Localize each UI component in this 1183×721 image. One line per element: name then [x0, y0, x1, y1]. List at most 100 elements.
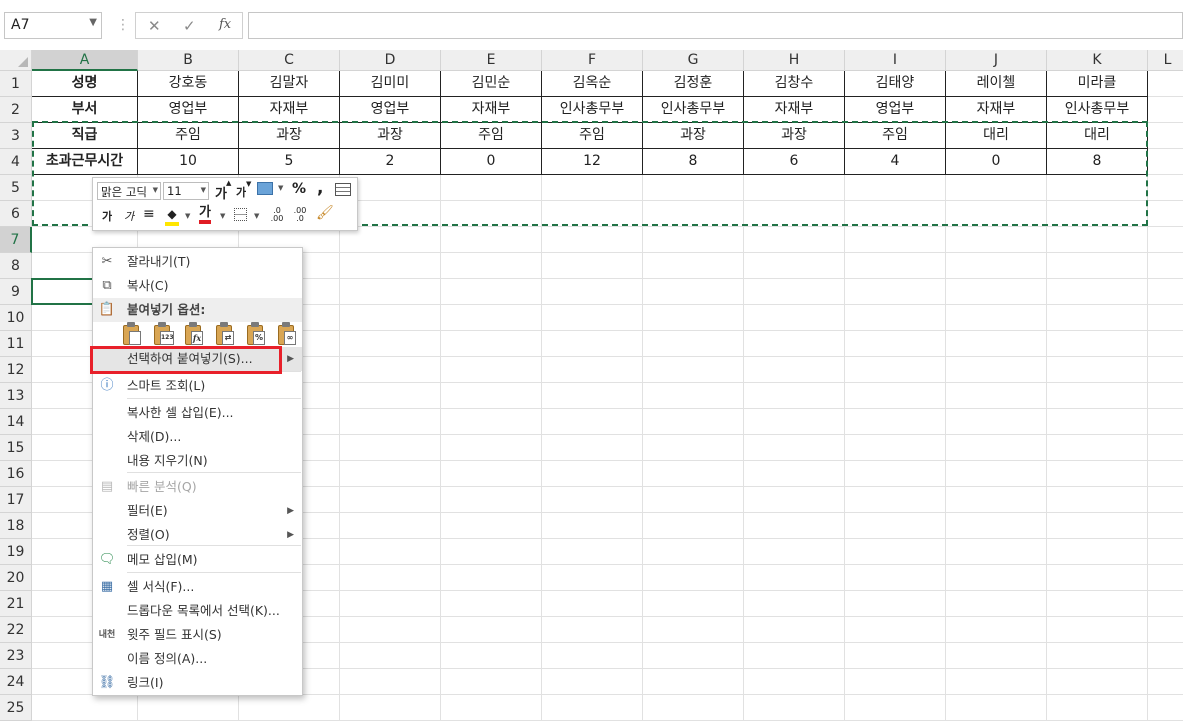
cell-f5[interactable] — [542, 175, 643, 201]
formula-input[interactable] — [248, 12, 1183, 39]
cell-k12[interactable] — [1047, 357, 1148, 383]
cell-a25[interactable] — [32, 695, 138, 721]
cell-e4[interactable]: 0 — [441, 149, 542, 175]
paste-transpose-icon[interactable]: ⇄ — [214, 321, 238, 347]
cell-k10[interactable] — [1047, 305, 1148, 331]
row-header-22[interactable]: 22 — [0, 617, 32, 643]
cell-h6[interactable] — [744, 201, 845, 227]
chevron-down-icon[interactable]: ▼ — [254, 212, 259, 220]
cell-h7[interactable] — [744, 227, 845, 253]
cell-g24[interactable] — [643, 669, 744, 695]
menu-item-15[interactable]: 이름 정의(A)... — [93, 647, 302, 671]
format-table-icon[interactable] — [335, 183, 351, 196]
menu-item-3[interactable]: 선택하여 붙여넣기(S)... ▶ — [93, 347, 302, 371]
chevron-down-icon[interactable]: ▼ — [220, 212, 225, 220]
cell-i20[interactable] — [845, 565, 946, 591]
cell-e11[interactable] — [441, 331, 542, 357]
cell-d21[interactable] — [340, 591, 441, 617]
menu-item-13[interactable]: 드롭다운 목록에서 선택(K)... — [93, 599, 302, 623]
italic-icon[interactable]: 가 — [124, 208, 134, 224]
cell-k24[interactable] — [1047, 669, 1148, 695]
cell-j1[interactable]: 레이첼 — [946, 71, 1047, 97]
cell-h17[interactable] — [744, 487, 845, 513]
cell-k14[interactable] — [1047, 409, 1148, 435]
cell-f4[interactable]: 12 — [542, 149, 643, 175]
cell-l20[interactable] — [1148, 565, 1183, 591]
cell-h4[interactable]: 6 — [744, 149, 845, 175]
cell-i10[interactable] — [845, 305, 946, 331]
cell-d18[interactable] — [340, 513, 441, 539]
column-header-g[interactable]: G — [643, 50, 744, 71]
paste-link-icon[interactable]: ∞ — [276, 321, 300, 347]
cell-h24[interactable] — [744, 669, 845, 695]
cell-i14[interactable] — [845, 409, 946, 435]
cell-d19[interactable] — [340, 539, 441, 565]
cell-f17[interactable] — [542, 487, 643, 513]
cell-g22[interactable] — [643, 617, 744, 643]
cell-k11[interactable] — [1047, 331, 1148, 357]
cell-j16[interactable] — [946, 461, 1047, 487]
cell-i22[interactable] — [845, 617, 946, 643]
paste-formulas-icon[interactable]: fx — [183, 321, 207, 347]
cell-e20[interactable] — [441, 565, 542, 591]
cell-i25[interactable] — [845, 695, 946, 721]
chevron-down-icon[interactable]: ▼ — [278, 184, 283, 192]
accounting-format-icon[interactable] — [257, 182, 273, 195]
cell-h3[interactable]: 과장 — [744, 123, 845, 149]
cell-j18[interactable] — [946, 513, 1047, 539]
cell-i6[interactable] — [845, 201, 946, 227]
cell-k13[interactable] — [1047, 383, 1148, 409]
paste-icon[interactable] — [121, 321, 145, 347]
row-header-3[interactable]: 3 — [0, 123, 32, 149]
cell-k25[interactable] — [1047, 695, 1148, 721]
cell-h18[interactable] — [744, 513, 845, 539]
cell-h11[interactable] — [744, 331, 845, 357]
cell-h20[interactable] — [744, 565, 845, 591]
cell-d15[interactable] — [340, 435, 441, 461]
cell-j17[interactable] — [946, 487, 1047, 513]
cell-g12[interactable] — [643, 357, 744, 383]
cell-f1[interactable]: 김옥순 — [542, 71, 643, 97]
cell-i21[interactable] — [845, 591, 946, 617]
cell-g18[interactable] — [643, 513, 744, 539]
cell-k2[interactable]: 인사총무부 — [1047, 97, 1148, 123]
column-header-e[interactable]: E — [441, 50, 542, 71]
row-header-14[interactable]: 14 — [0, 409, 32, 435]
cell-e2[interactable]: 자재부 — [441, 97, 542, 123]
cell-f21[interactable] — [542, 591, 643, 617]
row-header-16[interactable]: 16 — [0, 461, 32, 487]
row-header-11[interactable]: 11 — [0, 331, 32, 357]
cell-e21[interactable] — [441, 591, 542, 617]
cell-f14[interactable] — [542, 409, 643, 435]
cell-g6[interactable] — [643, 201, 744, 227]
cell-k1[interactable]: 미라클 — [1047, 71, 1148, 97]
cell-h25[interactable] — [744, 695, 845, 721]
cell-j12[interactable] — [946, 357, 1047, 383]
cell-l22[interactable] — [1148, 617, 1183, 643]
cell-d22[interactable] — [340, 617, 441, 643]
cell-a3[interactable]: 직급 — [32, 123, 138, 149]
menu-item-5[interactable]: 복사한 셀 삽입(E)... — [93, 401, 302, 425]
cell-d20[interactable] — [340, 565, 441, 591]
cell-g4[interactable]: 8 — [643, 149, 744, 175]
cell-j4[interactable]: 0 — [946, 149, 1047, 175]
cell-l8[interactable] — [1148, 253, 1183, 279]
cell-f10[interactable] — [542, 305, 643, 331]
cell-c1[interactable]: 김말자 — [239, 71, 340, 97]
cell-f20[interactable] — [542, 565, 643, 591]
cell-l10[interactable] — [1148, 305, 1183, 331]
menu-item-10[interactable]: 정렬(O) ▶ — [93, 523, 302, 547]
cell-j10[interactable] — [946, 305, 1047, 331]
cell-e24[interactable] — [441, 669, 542, 695]
cell-k18[interactable] — [1047, 513, 1148, 539]
cell-f12[interactable] — [542, 357, 643, 383]
cell-d17[interactable] — [340, 487, 441, 513]
cell-f25[interactable] — [542, 695, 643, 721]
cell-l14[interactable] — [1148, 409, 1183, 435]
cell-i24[interactable] — [845, 669, 946, 695]
column-header-c[interactable]: C — [239, 50, 340, 71]
column-header-a[interactable]: A — [32, 50, 138, 71]
cell-i3[interactable]: 주임 — [845, 123, 946, 149]
cell-i5[interactable] — [845, 175, 946, 201]
cell-l16[interactable] — [1148, 461, 1183, 487]
